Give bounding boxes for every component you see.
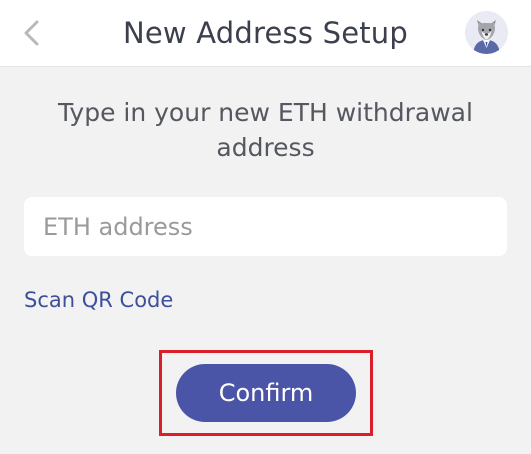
top-header: New Address Setup: [0, 0, 531, 67]
page-title: New Address Setup: [123, 16, 408, 50]
back-button[interactable]: [14, 13, 50, 53]
avatar[interactable]: [465, 11, 508, 54]
wolf-avatar-icon: [465, 11, 508, 54]
instruction-text: Type in your new ETH withdrawal address: [58, 98, 473, 162]
confirm-button[interactable]: Confirm: [176, 364, 356, 422]
scan-qr-code-link[interactable]: Scan QR Code: [24, 288, 173, 312]
eth-address-input[interactable]: [24, 197, 507, 256]
chevron-left-icon: [24, 20, 39, 46]
